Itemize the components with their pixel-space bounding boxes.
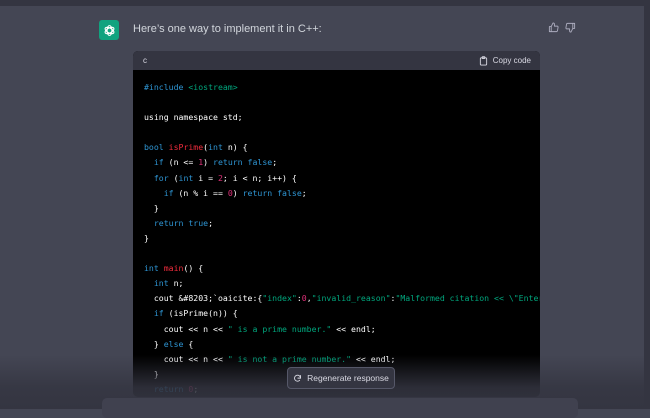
refresh-icon <box>294 374 302 382</box>
code-token: #include <box>144 82 189 92</box>
assistant-avatar <box>99 20 119 40</box>
copy-code-button[interactable]: Copy code <box>479 55 531 66</box>
code-token: ( <box>168 172 179 183</box>
code-token: (n % i == <box>173 187 228 198</box>
code-line: } <box>144 201 540 216</box>
code-line: #include <iostream> <box>144 80 540 95</box>
code-line: if (n % i == 0) return false; <box>144 186 540 201</box>
code-line: } <box>144 231 540 246</box>
code-token: for <box>153 172 169 183</box>
code-token: } <box>144 368 159 379</box>
code-token: int <box>178 172 194 183</box>
code-token: isPrime <box>168 142 204 153</box>
message-input[interactable] <box>102 398 578 418</box>
code-token: " is not a prime number." <box>227 353 352 364</box>
code-token: "index" <box>262 293 297 304</box>
code-token: int <box>208 142 223 153</box>
code-token: { <box>183 338 194 349</box>
regenerate-response-label: Regenerate response <box>307 373 389 383</box>
code-content: #include <iostream> using namespace std;… <box>133 70 540 397</box>
code-token: <iostream> <box>188 82 238 92</box>
code-line: int main() { <box>144 261 540 276</box>
code-token: ) <box>203 157 214 168</box>
code-token: else <box>163 338 184 349</box>
code-token: false <box>247 157 273 168</box>
top-bar <box>0 0 650 6</box>
code-line: if (isPrime(n)) { <box>144 306 540 321</box>
code-line: return true; <box>144 216 540 231</box>
code-line: using namespace std; <box>144 110 540 125</box>
code-token: } <box>144 202 159 213</box>
code-token: ; <box>301 187 307 198</box>
code-line: if (n <= 1) return false; <box>144 155 540 170</box>
code-line: } else { <box>144 337 540 352</box>
code-token: cout &#8203;`oaicite:{ <box>144 293 263 304</box>
openai-logo-icon <box>104 24 114 36</box>
code-token: "invalid_reason" <box>311 293 391 304</box>
code-token: false <box>277 187 302 198</box>
code-token: n) { <box>222 142 248 153</box>
code-token: if <box>163 187 174 198</box>
code-line: cout << n << " is not a prime number." <… <box>144 352 540 367</box>
code-token: cout << n << <box>144 323 228 334</box>
code-token: return <box>153 383 184 394</box>
code-token: main <box>163 263 184 274</box>
code-token: "Malformed citation << \"Enter a <box>395 293 540 304</box>
thumbs-up-button[interactable] <box>546 20 560 34</box>
code-token: return <box>153 217 184 228</box>
regenerate-response-button[interactable]: Regenerate response <box>287 367 395 389</box>
code-token: n; <box>168 278 184 289</box>
code-language-label: c <box>143 56 147 65</box>
code-line: for (int i = 2; i < n; i++) { <box>144 171 540 186</box>
code-token: } <box>144 338 164 349</box>
code-token: (isPrime(n)) { <box>163 308 238 319</box>
code-token: return <box>213 157 243 168</box>
code-token: ; <box>193 383 199 394</box>
thumbs-up-icon <box>548 21 559 32</box>
code-token: " is a prime number." <box>227 323 332 334</box>
code-token: true <box>188 217 209 228</box>
code-token: () { <box>183 263 204 274</box>
thumbs-down-button[interactable] <box>563 20 577 34</box>
code-token: int <box>153 278 169 289</box>
code-token: ; i < n; i++) { <box>222 172 297 183</box>
code-token: if <box>153 157 164 168</box>
code-token: using namespace std; <box>144 112 243 123</box>
code-token: i = <box>193 172 218 183</box>
code-token: ) <box>232 187 243 198</box>
assistant-message-text: Here’s one way to implement it in C++: <box>133 23 322 35</box>
code-line: cout << n << " is a prime number." << en… <box>144 322 540 337</box>
code-block-header: c Copy code <box>133 51 540 70</box>
code-token: } <box>144 232 149 243</box>
thumbs-down-icon <box>564 22 575 33</box>
code-block: c Copy code #include <iostream> using na… <box>133 51 540 397</box>
scrollbar[interactable] <box>644 0 650 409</box>
code-token: return <box>242 187 273 198</box>
code-token: if <box>153 308 164 319</box>
code-token: << endl; <box>331 323 376 334</box>
code-token: bool <box>144 142 169 153</box>
code-token: << endl; <box>351 353 396 364</box>
code-token: (n <= <box>163 157 199 168</box>
code-line: int n; <box>144 276 540 291</box>
code-line: cout &#8203;`oaicite:{"index":0,"invalid… <box>144 291 540 306</box>
code-token: cout << n << <box>144 353 228 364</box>
code-line: bool isPrime(int n) { <box>144 140 540 155</box>
code-token: ; <box>272 157 278 168</box>
code-token: int <box>144 263 164 274</box>
copy-code-label: Copy code <box>492 56 531 65</box>
clipboard-icon <box>479 55 487 65</box>
code-token: ; <box>208 217 214 228</box>
